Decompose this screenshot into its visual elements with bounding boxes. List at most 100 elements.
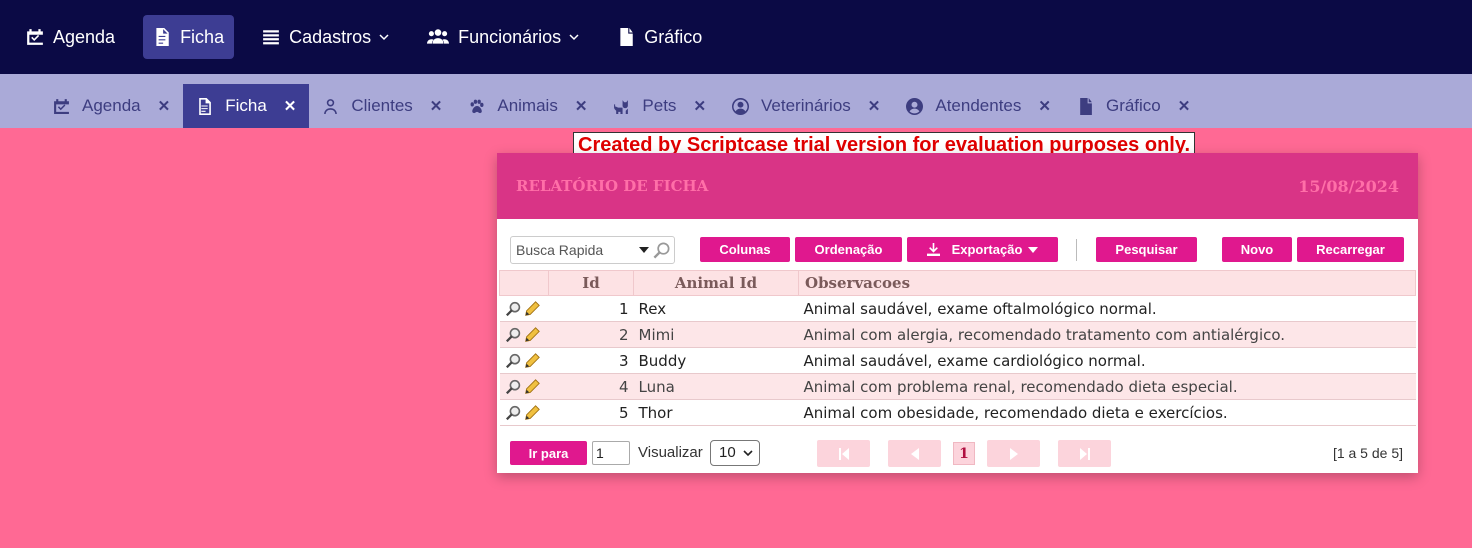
- paw-icon: [470, 99, 484, 113]
- tab-label: Pets: [642, 96, 677, 115]
- toolbar: Busca Rapida Colunas Ordenação Exportaçã…: [510, 236, 1405, 264]
- nav-funcionarios[interactable]: Funcionários: [417, 15, 589, 59]
- reload-button[interactable]: Recarregar: [1297, 237, 1404, 262]
- nav-label: Ficha: [180, 26, 225, 47]
- id-column-header[interactable]: Id: [548, 270, 634, 296]
- list-icon: [263, 30, 279, 45]
- tab-pets[interactable]: Pets ✕: [600, 84, 719, 128]
- tab-close-button[interactable]: ✕: [575, 97, 588, 115]
- prev-page-button[interactable]: [888, 440, 941, 467]
- obs-column-header[interactable]: Observacoes: [798, 270, 1416, 296]
- edit-pencil-icon[interactable]: [523, 404, 541, 422]
- view-icon[interactable]: [505, 352, 523, 370]
- view-icon[interactable]: [505, 378, 523, 396]
- search-icon[interactable]: [652, 241, 671, 260]
- actions-column-header: [499, 270, 549, 296]
- cell-obs: Animal com alergia, recomendado tratamen…: [798, 321, 1416, 348]
- records-table: Id Animal Id Observacoes 1 Rex Animal sa…: [499, 270, 1416, 426]
- report-title: RELATÓRIO DE FICHA: [516, 177, 709, 195]
- cell-obs: Animal saudável, exame cardiológico norm…: [798, 347, 1416, 374]
- tab-veterinarios[interactable]: Veterinários ✕: [719, 84, 893, 128]
- user-icon: [324, 98, 338, 114]
- tab-agenda[interactable]: Agenda ✕: [40, 84, 183, 128]
- edit-pencil-icon[interactable]: [523, 300, 541, 318]
- report-header: RELATÓRIO DE FICHA 15/08/2024: [497, 153, 1418, 219]
- tab-grafico[interactable]: Gráfico ✕: [1064, 84, 1203, 128]
- nav-cadastros[interactable]: Cadastros: [252, 15, 399, 59]
- caret-down-icon: [1028, 246, 1039, 253]
- nav-label: Gráfico: [644, 26, 703, 47]
- tab-label: Clientes: [351, 96, 413, 115]
- nav-label: Funcionários: [458, 26, 562, 47]
- next-page-icon: [1009, 447, 1018, 460]
- edit-pencil-icon[interactable]: [523, 378, 541, 396]
- tab-close-button[interactable]: ✕: [693, 97, 706, 115]
- tab-label: Veterinários: [761, 96, 851, 115]
- table-row: 1 Rex Animal saudável, exame oftalmológi…: [499, 295, 1416, 322]
- tab-close-button[interactable]: ✕: [868, 97, 881, 115]
- page-size-select[interactable]: 10: [710, 440, 760, 466]
- current-page-number[interactable]: 1: [953, 442, 975, 465]
- tab-ficha[interactable]: Ficha ✕: [183, 84, 310, 128]
- report-date: 15/08/2024: [1298, 176, 1399, 196]
- file-icon: [620, 28, 633, 46]
- toolbar-divider: [1076, 239, 1077, 261]
- view-icon[interactable]: [505, 300, 523, 318]
- chevron-down-icon: [569, 34, 579, 41]
- top-navbar: Agenda Ficha Cadastros Funcionários Gráf…: [0, 0, 1472, 74]
- tab-label: Gráfico: [1105, 96, 1161, 115]
- view-icon[interactable]: [505, 326, 523, 344]
- tab-close-button[interactable]: ✕: [1038, 97, 1051, 115]
- row-actions: [499, 399, 549, 426]
- cell-id: 5: [548, 399, 634, 426]
- tab-bar: Agenda ✕ Ficha ✕ Clientes ✕ Animais ✕ Pe…: [0, 74, 1472, 128]
- table-header-row: Id Animal Id Observacoes: [499, 270, 1416, 296]
- animal-column-header[interactable]: Animal Id: [633, 270, 799, 296]
- edit-pencil-icon[interactable]: [523, 326, 541, 344]
- user-circle-solid-icon: [906, 97, 924, 115]
- calendar-check-icon: [27, 29, 43, 45]
- tab-close-button[interactable]: ✕: [1178, 97, 1191, 115]
- tab-clientes[interactable]: Clientes ✕: [309, 84, 455, 128]
- table-row: 3 Buddy Animal saudável, exame cardiológ…: [499, 347, 1416, 374]
- last-page-button[interactable]: [1058, 440, 1111, 467]
- tab-animais[interactable]: Animais ✕: [455, 84, 600, 128]
- goto-page-button[interactable]: Ir para: [510, 441, 587, 465]
- cell-animal: Thor: [633, 399, 799, 426]
- first-page-button[interactable]: [817, 440, 870, 467]
- cell-animal: Rex: [633, 295, 799, 322]
- new-button[interactable]: Novo: [1222, 237, 1292, 262]
- page-size-label: Visualizar: [638, 444, 703, 461]
- edit-pencil-icon[interactable]: [523, 352, 541, 370]
- cell-animal: Buddy: [633, 347, 799, 374]
- nav-ficha[interactable]: Ficha: [143, 15, 235, 59]
- next-page-button[interactable]: [987, 440, 1040, 467]
- report-panel: RELATÓRIO DE FICHA 15/08/2024 Busca Rapi…: [497, 153, 1418, 473]
- export-button[interactable]: Exportação: [907, 237, 1058, 262]
- nav-agenda[interactable]: Agenda: [16, 15, 125, 59]
- users-icon: [427, 29, 450, 44]
- quick-search-input[interactable]: Busca Rapida: [510, 236, 675, 264]
- tab-close-button[interactable]: ✕: [158, 97, 171, 115]
- search-button[interactable]: Pesquisar: [1096, 237, 1197, 262]
- calendar-check-icon: [54, 98, 69, 114]
- row-actions: [499, 295, 549, 322]
- tab-close-button[interactable]: ✕: [430, 97, 443, 115]
- view-icon[interactable]: [505, 404, 523, 422]
- pagination-footer: Ir para 1 Visualizar 10 1 [1 a 5 de 5]: [510, 440, 1405, 467]
- last-page-icon: [1079, 447, 1090, 460]
- cell-id: 3: [548, 347, 634, 374]
- search-dropdown-icon[interactable]: [639, 247, 649, 253]
- goto-page-input[interactable]: 1: [592, 441, 630, 465]
- tab-atendentes[interactable]: Atendentes ✕: [893, 84, 1064, 128]
- cell-animal: Mimi: [633, 321, 799, 348]
- tab-label: Agenda: [82, 96, 141, 115]
- tab-label: Ficha: [225, 96, 267, 115]
- tab-close-button[interactable]: ✕: [284, 97, 297, 115]
- nav-grafico[interactable]: Gráfico: [607, 15, 712, 59]
- sort-button[interactable]: Ordenação: [795, 237, 902, 262]
- nav-label: Agenda: [53, 26, 116, 47]
- tab-label: Animais: [497, 96, 558, 115]
- columns-button[interactable]: Colunas: [700, 237, 790, 262]
- prev-page-icon: [910, 447, 919, 460]
